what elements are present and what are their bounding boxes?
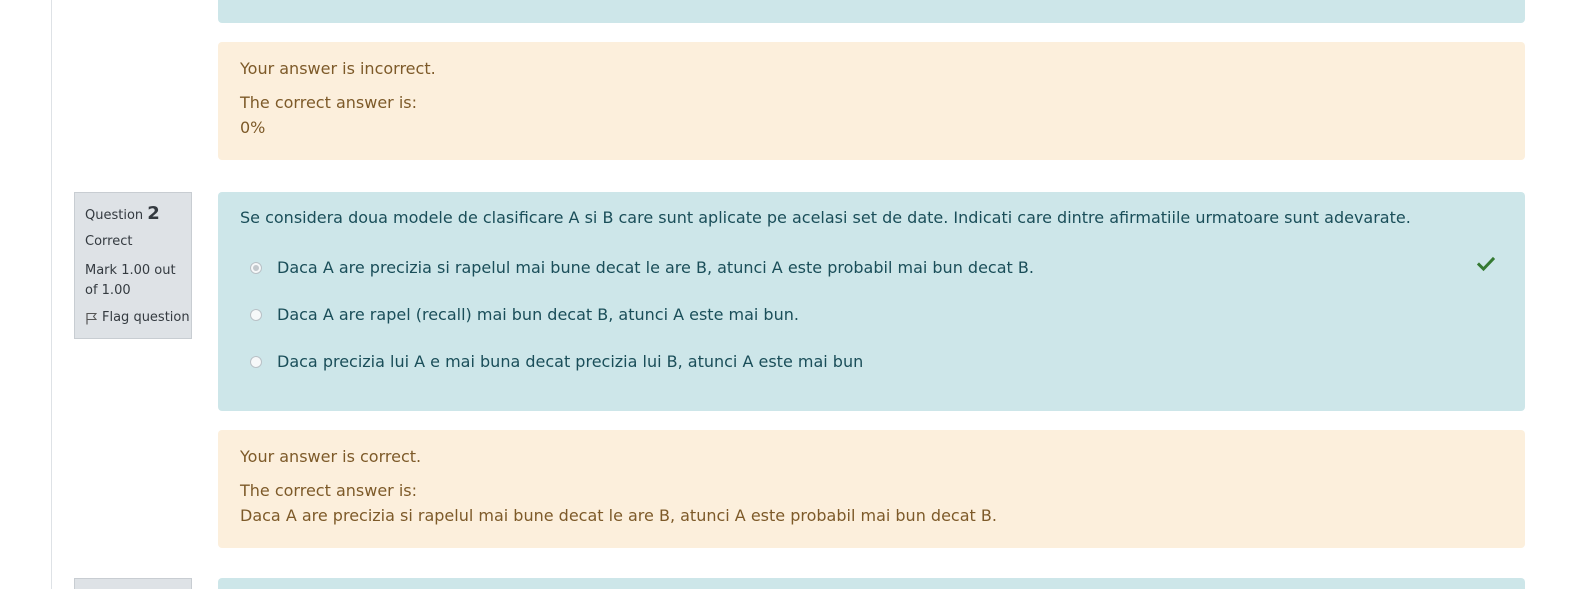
answer-option-1[interactable]: Daca A are precizia si rapelul mai bune …: [240, 244, 1503, 291]
answer-label-1: Daca A are precizia si rapelul mai bune …: [277, 258, 1034, 277]
question-1-right-answer-label: The correct answer is:: [240, 93, 417, 112]
answer-radio-3[interactable]: [250, 355, 262, 368]
question-2-outcome: Your answer is correct.: [240, 447, 422, 466]
flag-question-button[interactable]: Flag question: [85, 309, 190, 327]
question-1-outcome: Your answer is incorrect.: [240, 59, 436, 78]
question-2-feedback: Your answer is correct. The correct answ…: [218, 430, 1525, 548]
question-state: Correct: [85, 234, 133, 249]
answer-radio-1[interactable]: [250, 261, 262, 274]
answer-option-2[interactable]: Daca A are rapel (recall) mai bun decat …: [240, 291, 1503, 338]
answer-list: Daca A are precizia si rapelul mai bune …: [240, 244, 1503, 385]
question-2-formulation: Se considera doua modele de clasificare …: [218, 192, 1525, 411]
question-1-feedback: Your answer is incorrect. The correct an…: [218, 42, 1525, 160]
question-number-value: 2: [147, 203, 160, 224]
question-3-formulation: [218, 578, 1525, 589]
answer-label-2: Daca A are rapel (recall) mai bun decat …: [277, 305, 799, 324]
question-number: Question 2: [85, 203, 181, 227]
question-2-right-answer-value: Daca A are precizia si rapelul mai bune …: [240, 506, 997, 525]
answer-option-3[interactable]: Daca precizia lui A e mai buna decat pre…: [240, 338, 1503, 385]
question-3-info-panel: [74, 578, 192, 589]
question-label: Question: [85, 208, 144, 223]
page-left-border: [51, 0, 52, 589]
question-1-right-answer-value: 0%: [240, 118, 266, 137]
check-icon: [1476, 256, 1496, 272]
question-grade: Mark 1.00 out of 1.00: [85, 263, 176, 298]
question-2-right-answer-label: The correct answer is:: [240, 481, 417, 500]
answer-radio-2[interactable]: [250, 308, 262, 321]
flag-question-label: Flag question: [102, 310, 190, 325]
question-2-info-panel: Question 2 Correct Mark 1.00 out of 1.00…: [74, 192, 192, 339]
flag-icon: [85, 312, 98, 325]
question-text: Se considera doua modele de clasificare …: [240, 208, 1411, 227]
question-1-formulation: [218, 0, 1525, 23]
answer-label-3: Daca precizia lui A e mai buna decat pre…: [277, 352, 864, 371]
quiz-review-page: Your answer is incorrect. The correct an…: [0, 0, 1571, 589]
